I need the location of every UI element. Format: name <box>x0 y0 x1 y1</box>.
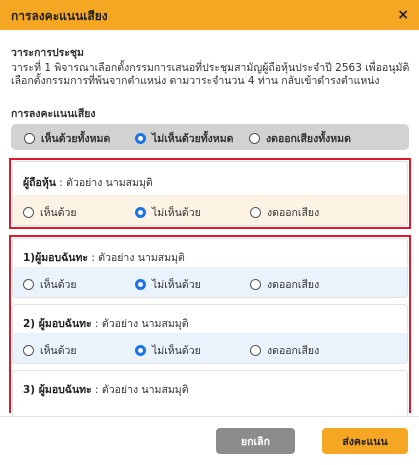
dialog-header: การลงคะแนนเสียง × <box>0 0 419 30</box>
footer-divider <box>0 416 419 417</box>
dialog-title: การลงคะแนนเสียง <box>11 9 108 23</box>
vote-all-approve-label: เห็นด้วยทั้งหมด <box>41 133 111 145</box>
radio-icon <box>249 133 260 144</box>
proxy-card-1: 1)ผู้มอบฉันทะ : ตัวอย่าง นามสมมุติ เห็นด… <box>12 238 408 298</box>
shareholder-options: เห็นด้วย ไม่เห็นด้วย งดออกเสียง <box>13 195 407 225</box>
proxy-card-3: 3) ผู้มอบฉันทะ : ตัวอย่าง นามสมมุติ <box>12 370 408 416</box>
voting-label: การลงคะแนนเสียง <box>11 108 96 120</box>
radio-selected-icon <box>135 279 146 290</box>
proxy-2-options: เห็นด้วย ไม่เห็นด้วย งดออกเสียง <box>13 333 407 363</box>
proxy-1-approve-option[interactable]: เห็นด้วย <box>23 276 77 293</box>
radio-icon <box>23 207 34 218</box>
radio-icon <box>250 345 261 356</box>
proxy-1-disapprove-option[interactable]: ไม่เห็นด้วย <box>135 276 201 293</box>
proxy-2-disapprove-option[interactable]: ไม่เห็นด้วย <box>135 342 201 359</box>
close-icon[interactable]: × <box>397 6 409 24</box>
shareholder-disapprove-option[interactable]: ไม่เห็นด้วย <box>135 204 201 221</box>
radio-icon <box>250 207 261 218</box>
submit-vote-button[interactable]: ส่งคะแนน <box>322 428 408 454</box>
shareholder-abstain-option[interactable]: งดออกเสียง <box>250 204 319 221</box>
radio-icon <box>23 345 34 356</box>
proxy-2-approve-option[interactable]: เห็นด้วย <box>23 342 77 359</box>
shareholder-approve-option[interactable]: เห็นด้วย <box>23 204 77 221</box>
vote-all-abstain-option[interactable]: งดออกเสียงทั้งหมด <box>249 130 351 147</box>
shareholder-title: ผู้ถือหุ้น : ตัวอย่าง นามสมมุติ <box>23 177 153 189</box>
agenda-label: วาระการประชุม <box>11 47 84 59</box>
shareholder-card: ผู้ถือหุ้น : ตัวอย่าง นามสมมุติ เห็นด้วย… <box>12 161 408 226</box>
proxy-1-title: 1)ผู้มอบฉันทะ : ตัวอย่าง นามสมมุติ <box>23 252 185 264</box>
radio-selected-icon <box>135 345 146 356</box>
radio-icon <box>250 279 261 290</box>
agenda-text: วาระที่ 1 พิจารณาเลือกตั้งกรรมการเสนอที่… <box>11 62 410 87</box>
proxy-card-2: 2) ผู้มอบฉันทะ : ตัวอย่าง นามสมมุติ เห็น… <box>12 304 408 364</box>
proxy-2-abstain-option[interactable]: งดออกเสียง <box>250 342 319 359</box>
vote-all-disapprove-label: ไม่เห็นด้วยทั้งหมด <box>152 133 234 145</box>
radio-icon <box>23 279 34 290</box>
proxy-3-title: 3) ผู้มอบฉันทะ : ตัวอย่าง นามสมมุติ <box>23 384 189 396</box>
global-vote-bar: เห็นด้วยทั้งหมด ไม่เห็นด้วยทั้งหมด งดออก… <box>11 124 409 150</box>
vote-all-abstain-label: งดออกเสียงทั้งหมด <box>266 133 351 145</box>
proxy-2-title: 2) ผู้มอบฉันทะ : ตัวอย่าง นามสมมุติ <box>23 318 189 330</box>
cancel-button[interactable]: ยกเลิก <box>216 428 295 454</box>
vote-all-approve-option[interactable]: เห็นด้วยทั้งหมด <box>24 130 110 147</box>
proxy-1-options: เห็นด้วย ไม่เห็นด้วย งดออกเสียง <box>13 267 407 297</box>
proxy-1-abstain-option[interactable]: งดออกเสียง <box>250 276 319 293</box>
radio-selected-icon <box>135 133 146 144</box>
radio-icon <box>24 133 35 144</box>
radio-selected-icon <box>135 207 146 218</box>
vote-all-disapprove-option[interactable]: ไม่เห็นด้วยทั้งหมด <box>135 130 233 147</box>
